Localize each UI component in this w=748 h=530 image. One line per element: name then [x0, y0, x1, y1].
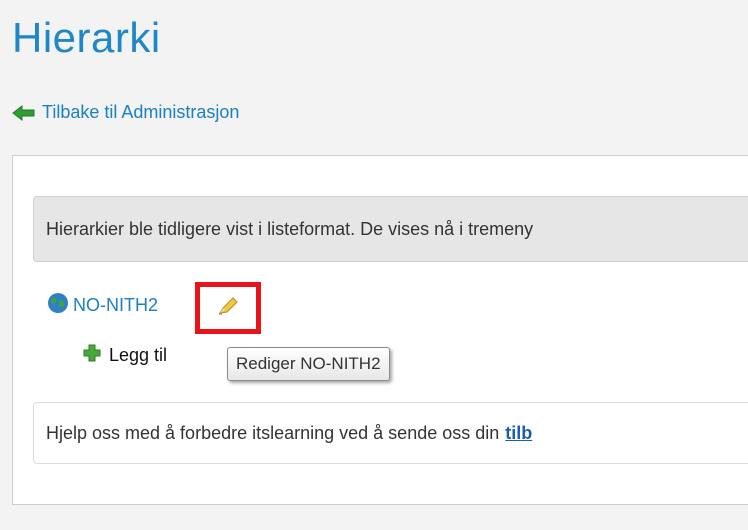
back-link-label: Tilbake til Administrasjon [42, 102, 240, 122]
feedback-message: Hjelp oss med å forbedre itslearning ved… [33, 402, 748, 464]
add-node-button[interactable]: Legg til [83, 344, 167, 367]
back-arrow-icon [12, 104, 36, 121]
feedback-link[interactable]: tilb [505, 423, 532, 444]
edit-tooltip: Rediger NO-NITH2 [227, 347, 390, 381]
info-message: Hierarkier ble tidligere vist i listefor… [33, 196, 748, 262]
globe-icon [47, 292, 69, 319]
page-title: Hierarki [12, 14, 161, 61]
pencil-icon [216, 295, 240, 322]
edit-node-button[interactable] [195, 282, 261, 334]
hierarchy-panel: Hierarkier ble tidligere vist i listefor… [12, 155, 748, 505]
plus-icon [83, 344, 101, 367]
tree-node-link[interactable]: NO-NITH2 [73, 295, 158, 316]
tree-node-root: NO-NITH2 [47, 292, 158, 319]
feedback-text: Hjelp oss med å forbedre itslearning ved… [46, 422, 500, 443]
back-to-administration-link[interactable]: Tilbake til Administrasjon [12, 102, 239, 123]
add-label: Legg til [109, 345, 168, 365]
